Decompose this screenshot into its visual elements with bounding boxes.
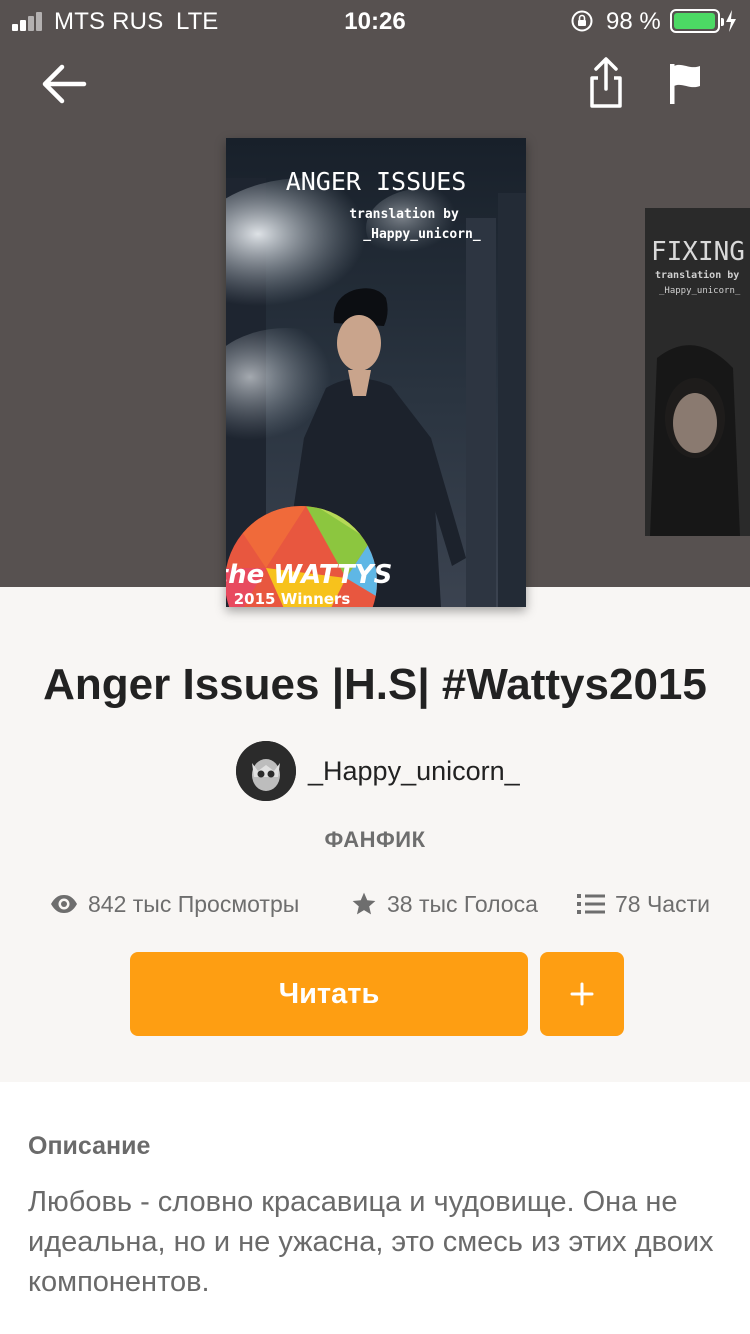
badge-brand: the WATTYS [226, 560, 392, 590]
cover-translator: _Happy_unicorn_ [363, 227, 481, 242]
story-title: Anger Issues |H.S| #Wattys2015 [43, 660, 707, 709]
next-cover-title: FIXING S [651, 237, 750, 267]
next-cover-subtitle: translation by [655, 269, 739, 281]
badge-caption: 2015 Winners [234, 590, 351, 607]
parts-label: 78 Части [615, 890, 710, 917]
back-button[interactable] [38, 60, 90, 108]
author-avatar[interactable] [236, 741, 296, 801]
next-cover-translator: _Happy_unicorn_ [659, 286, 741, 296]
eye-icon [51, 895, 77, 913]
book-cover[interactable]: ANGER ISSUES translation by _Happy_unico… [226, 138, 526, 607]
views-label: 842 тыс Просмотры [88, 890, 300, 917]
plus-icon [570, 982, 594, 1006]
cover-subtitle: translation by [349, 207, 459, 222]
author-row[interactable]: _Happy_unicorn_ [236, 740, 520, 802]
author-name[interactable]: _Happy_unicorn_ [308, 756, 520, 787]
report-button[interactable] [664, 60, 706, 108]
status-bar: MTS RUS LTE 10:26 98 % [0, 0, 750, 42]
arrow-left-icon [42, 64, 87, 104]
description-heading: Описание [28, 1132, 151, 1160]
star-icon [352, 892, 376, 915]
story-category: ФАНФИК [324, 827, 426, 852]
parts-stat: 78 Части [577, 886, 710, 922]
votes-label: 38 тыс Голоса [387, 890, 538, 917]
next-book-cover[interactable]: FIXING S translation by _Happy_unicorn_ [645, 208, 750, 536]
list-icon [577, 894, 605, 914]
battery-icon [670, 9, 724, 33]
description-text: Любовь - словно красавица и чудовище. Он… [28, 1186, 714, 1298]
read-button[interactable]: Читать [130, 952, 528, 1036]
views-stat: 842 тыс Просмотры [50, 886, 299, 922]
flag-icon [670, 64, 700, 104]
cover-title: ANGER ISSUES [286, 167, 467, 196]
votes-stat: 38 тыс Голоса [351, 886, 538, 922]
share-icon [590, 57, 622, 108]
rotation-lock-icon [571, 10, 593, 32]
story-header: MTS RUS LTE 10:26 98 % ANGER ISSUES tran… [0, 0, 750, 607]
description-section: Описание Любовь - словно красавица и чуд… [0, 1082, 750, 1334]
add-to-library-button[interactable] [540, 952, 624, 1036]
share-button[interactable] [584, 56, 628, 110]
book-cover-art: ANGER ISSUES translation by _Happy_unico… [226, 138, 526, 607]
battery-percent: 98 % [606, 8, 661, 35]
next-book-cover-art: FIXING S translation by _Happy_unicorn_ [645, 208, 750, 536]
charging-icon [726, 10, 736, 32]
